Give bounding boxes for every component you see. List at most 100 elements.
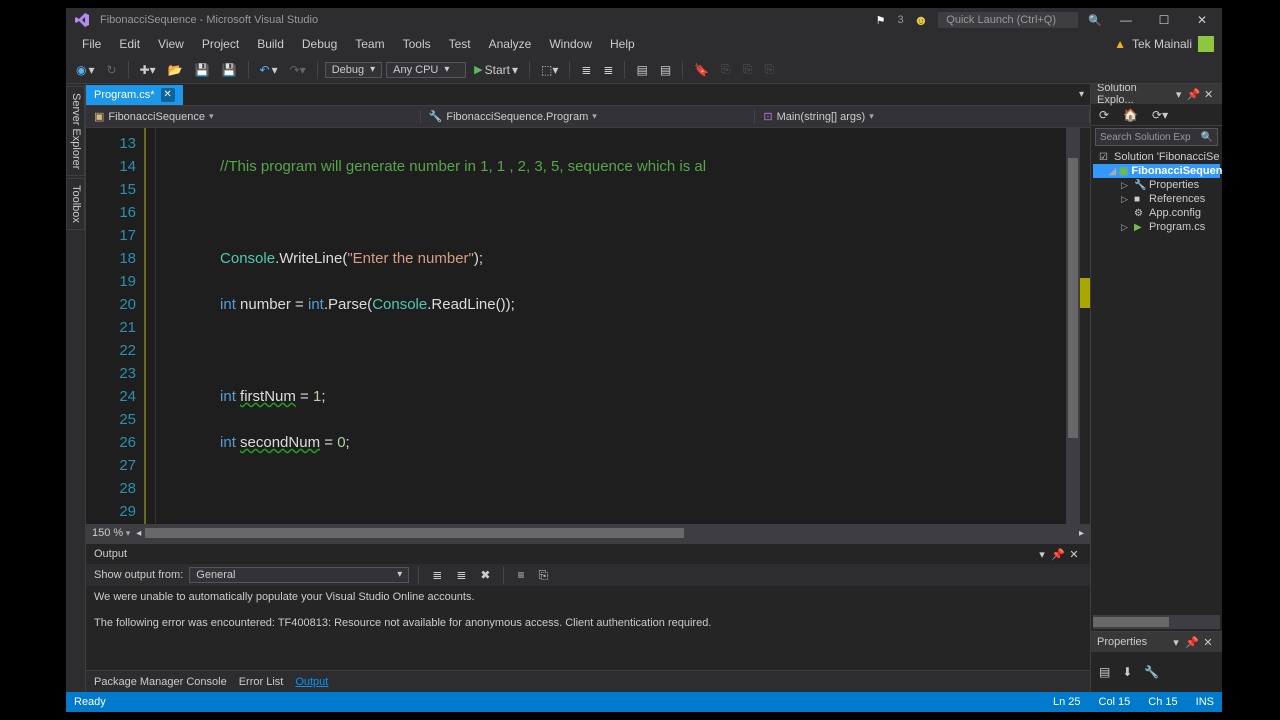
solution-explorer-header: Solution Explo... ▾ 📌 ✕ — [1091, 84, 1222, 104]
scroll-right-button[interactable]: ▸ — [1079, 528, 1084, 539]
editor-horizontal-scrollbar[interactable] — [145, 526, 1075, 540]
editor-vertical-scrollbar[interactable] — [1066, 128, 1080, 524]
tb-icon-9[interactable]: ⎘ — [760, 60, 778, 79]
tb-icon-3[interactable]: ≣ — [599, 61, 617, 79]
solexp-tb-2[interactable]: 🏠 — [1119, 106, 1142, 124]
output-tb-1[interactable]: ≣ — [428, 566, 446, 584]
menu-tools[interactable]: Tools — [395, 35, 439, 53]
solexp-home-button[interactable]: ⟳ — [1095, 106, 1113, 124]
menu-help[interactable]: Help — [602, 35, 643, 53]
solexp-pin-button[interactable]: 📌 — [1186, 88, 1201, 101]
server-explorer-tab[interactable]: Server Explorer — [66, 86, 85, 176]
nav-class-dropdown[interactable]: 🔧FibonacciSequence.Program — [421, 110, 756, 123]
props-dropdown-button[interactable]: ▾ — [1168, 636, 1184, 649]
close-button[interactable]: ✕ — [1188, 10, 1216, 30]
tab-output[interactable]: Output — [295, 676, 328, 688]
tb-icon-8[interactable]: ⎘ — [739, 60, 757, 79]
nav-method-dropdown[interactable]: ⊡Main(string[] args) — [755, 110, 1090, 123]
tb-icon-1[interactable]: ⬚▾ — [537, 61, 562, 79]
config-dropdown[interactable]: Debug▾ — [325, 62, 382, 78]
code-content[interactable]: //This program will generate number in 1… — [162, 128, 1066, 524]
output-close-button[interactable]: ✕ — [1066, 548, 1082, 561]
tab-close-button[interactable]: ✕ — [161, 88, 175, 102]
user-name[interactable]: Tek Mainali — [1132, 37, 1192, 51]
output-text[interactable]: We were unable to automatically populate… — [86, 586, 1090, 670]
tb-icon-4[interactable]: ▤ — [632, 61, 651, 79]
redo-button[interactable]: ↷▾ — [286, 61, 310, 79]
editor-bottom-bar: 150 % ◂ ▸ — [86, 524, 1090, 542]
nav-project-dropdown[interactable]: ▣FibonacciSequence — [86, 110, 421, 123]
notification-flag-icon[interactable]: ⚑ — [876, 14, 886, 27]
output-dropdown-button[interactable]: ▾ — [1034, 548, 1050, 561]
solexp-horizontal-scrollbar[interactable] — [1093, 615, 1220, 629]
tb-icon-6[interactable]: 🔖 — [690, 61, 713, 79]
output-tb-5[interactable]: ⎘ — [534, 566, 552, 585]
menu-view[interactable]: View — [150, 35, 192, 53]
tree-properties[interactable]: ▷🔧Properties — [1093, 178, 1220, 192]
user-avatar[interactable] — [1198, 36, 1214, 52]
properties-header: Properties ▾ 📌 ✕ — [1091, 632, 1222, 652]
quick-launch-input[interactable]: Quick Launch (Ctrl+Q) — [938, 12, 1078, 28]
minimize-button[interactable]: — — [1112, 10, 1140, 30]
start-button[interactable]: ▶ Start ▾ — [470, 61, 522, 79]
menu-file[interactable]: File — [74, 35, 109, 53]
menu-analyze[interactable]: Analyze — [481, 35, 540, 53]
props-pin-button[interactable]: 📌 — [1184, 636, 1200, 649]
menu-build[interactable]: Build — [249, 35, 292, 53]
zoom-dropdown[interactable]: 150 % — [92, 527, 130, 539]
document-tabs: Program.cs* ✕ ▾ — [86, 84, 1090, 106]
menu-project[interactable]: Project — [194, 35, 247, 53]
open-file-button[interactable]: 📂 — [164, 61, 187, 79]
props-tb-2[interactable]: ⬇ — [1118, 656, 1136, 688]
tb-icon-2[interactable]: ≣ — [577, 61, 595, 79]
status-col: Col 15 — [1099, 696, 1131, 708]
output-tb-4[interactable]: ≡ — [513, 566, 528, 584]
props-tb-3[interactable]: 🔧 — [1140, 656, 1163, 688]
toolbox-tab[interactable]: Toolbox — [66, 178, 85, 230]
tree-project[interactable]: ◢▣FibonacciSequen — [1093, 164, 1220, 178]
menu-team[interactable]: Team — [347, 35, 392, 53]
save-button[interactable]: 💾 — [191, 61, 214, 79]
code-editor[interactable]: 13 14 15 16 17 18 19 20 21 22 23 24 25 2… — [86, 128, 1090, 524]
solexp-tb-3[interactable]: ⟳▾ — [1148, 106, 1172, 124]
feedback-icon[interactable]: ☻ — [914, 12, 929, 28]
output-tb-3[interactable]: ✖ — [476, 566, 494, 584]
status-line: Ln 25 — [1053, 696, 1081, 708]
scroll-left-button[interactable]: ◂ — [136, 528, 141, 539]
output-tb-2[interactable]: ≣ — [452, 566, 470, 584]
tab-overflow-button[interactable]: ▾ — [1073, 89, 1090, 100]
output-pin-button[interactable]: 📌 — [1050, 548, 1066, 561]
tab-error-list[interactable]: Error List — [239, 676, 284, 688]
search-icon[interactable]: 🔍 — [1088, 14, 1102, 27]
solexp-close-button[interactable]: ✕ — [1201, 88, 1216, 101]
tree-app-config[interactable]: ⚙App.config — [1093, 206, 1220, 220]
menu-debug[interactable]: Debug — [294, 35, 345, 53]
bottom-tabs: Package Manager Console Error List Outpu… — [86, 670, 1090, 692]
tab-package-manager[interactable]: Package Manager Console — [94, 676, 227, 688]
output-source-dropdown[interactable]: General▾ — [189, 567, 409, 583]
props-tb-1[interactable]: ▤ — [1095, 656, 1114, 688]
menu-test[interactable]: Test — [441, 35, 479, 53]
change-margin — [144, 128, 156, 524]
maximize-button[interactable]: ☐ — [1150, 10, 1178, 30]
tree-references[interactable]: ▷■References — [1093, 192, 1220, 206]
tree-program-cs[interactable]: ▷▶Program.cs — [1093, 220, 1220, 234]
editor-overview-ruler[interactable] — [1080, 128, 1090, 524]
new-file-button[interactable]: ✚▾ — [136, 61, 160, 79]
solexp-dropdown-button[interactable]: ▾ — [1171, 88, 1186, 101]
document-tab-program[interactable]: Program.cs* ✕ — [86, 85, 183, 105]
tb-icon-7[interactable]: ⎘ — [717, 60, 735, 79]
status-ready: Ready — [74, 696, 106, 708]
nav-back-button[interactable]: ◉▾ — [72, 61, 99, 79]
solution-search-input[interactable]: Search Solution Exp🔍 — [1095, 128, 1218, 146]
menu-window[interactable]: Window — [541, 35, 600, 53]
solution-tree[interactable]: ☑Solution 'FibonacciSe ◢▣FibonacciSequen… — [1091, 148, 1222, 615]
tree-solution[interactable]: ☑Solution 'FibonacciSe — [1093, 150, 1220, 164]
nav-fwd-button[interactable]: ↻ — [103, 61, 121, 79]
props-close-button[interactable]: ✕ — [1200, 636, 1216, 649]
undo-button[interactable]: ↶▾ — [256, 61, 282, 79]
tb-icon-5[interactable]: ▤ — [656, 61, 675, 79]
save-all-button[interactable]: 💾 — [218, 61, 241, 79]
platform-dropdown[interactable]: Any CPU▾ — [386, 62, 466, 78]
menu-edit[interactable]: Edit — [111, 35, 148, 53]
